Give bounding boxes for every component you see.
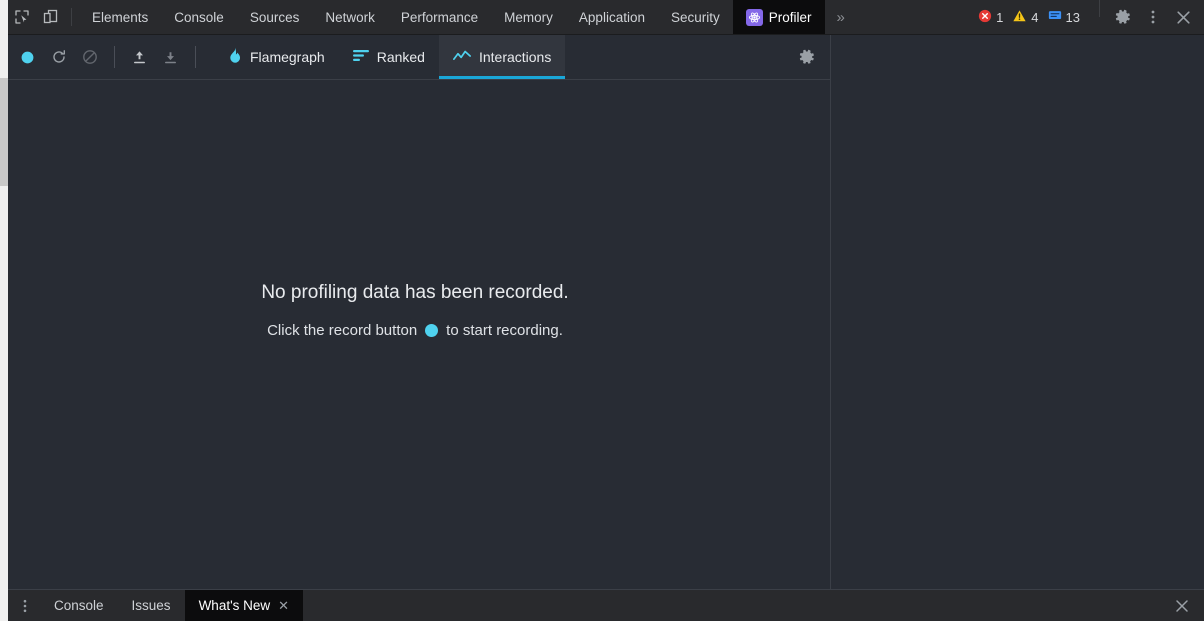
inspect-element-icon[interactable] bbox=[8, 0, 36, 34]
empty-state-hint-suffix: to start recording. bbox=[446, 322, 563, 339]
record-button[interactable] bbox=[12, 35, 43, 79]
topbar-divider-2 bbox=[1099, 0, 1100, 17]
tab-ranked-label: Ranked bbox=[376, 49, 425, 65]
drawer-close-icon[interactable] bbox=[1160, 590, 1204, 621]
line-chart-icon bbox=[453, 49, 471, 66]
profiler-toolbar: Flamegraph Ranked Interactions bbox=[0, 35, 830, 80]
profiler-panel: Flamegraph Ranked Interactions No profil… bbox=[0, 35, 831, 589]
tab-sources[interactable]: Sources bbox=[237, 0, 313, 34]
drawer-tab-console[interactable]: Console bbox=[40, 590, 118, 621]
tab-console-label: Console bbox=[174, 9, 224, 25]
tab-performance-label: Performance bbox=[400, 9, 479, 25]
topbar-actions bbox=[1108, 0, 1204, 34]
tab-elements-label: Elements bbox=[92, 9, 149, 25]
tabbar-divider bbox=[71, 8, 72, 26]
message-icon bbox=[1048, 9, 1062, 25]
toolbar-divider-1 bbox=[114, 46, 115, 68]
devtools-body: Flamegraph Ranked Interactions No profil… bbox=[0, 35, 1204, 589]
empty-state-hint: Click the record button to start recordi… bbox=[267, 322, 563, 339]
drawer-spacer bbox=[303, 590, 1160, 621]
profiler-empty-state: No profiling data has been recorded. Cli… bbox=[0, 80, 830, 589]
devtools-window: Elements Console Sources Network Perform… bbox=[0, 0, 1204, 621]
tab-interactions-label: Interactions bbox=[478, 49, 552, 65]
close-devtools-icon[interactable] bbox=[1168, 9, 1198, 26]
tabbar-spacer bbox=[857, 0, 974, 34]
more-tabs-label: » bbox=[836, 8, 845, 26]
tab-network[interactable]: Network bbox=[312, 0, 388, 34]
tab-security[interactable]: Security bbox=[658, 0, 733, 34]
error-icon bbox=[978, 9, 992, 26]
profiler-view-tabs: Flamegraph Ranked Interactions bbox=[213, 35, 566, 79]
page-scrollbar-thumb[interactable] bbox=[0, 78, 8, 186]
empty-state-title: No profiling data has been recorded. bbox=[261, 282, 569, 303]
load-profile-button[interactable] bbox=[124, 35, 155, 79]
reload-and-profile-button[interactable] bbox=[43, 35, 74, 79]
tab-flamegraph[interactable]: Flamegraph bbox=[213, 35, 339, 79]
settings-gear-icon[interactable] bbox=[1108, 8, 1138, 26]
main-tab-list: Elements Console Sources Network Perform… bbox=[79, 0, 825, 34]
empty-state-hint-prefix: Click the record button bbox=[267, 322, 418, 339]
drawer-tabbar: Console Issues What's New ✕ bbox=[0, 589, 1204, 621]
tab-memory-label: Memory bbox=[504, 9, 553, 25]
tab-application-label: Application bbox=[578, 9, 645, 25]
profiler-toolbar-spacer bbox=[565, 35, 798, 79]
error-counter[interactable]: 1 bbox=[978, 9, 1003, 26]
drawer-tab-whats-new[interactable]: What's New ✕ bbox=[184, 590, 304, 621]
drawer-tab-close-icon[interactable]: ✕ bbox=[278, 599, 289, 612]
device-toolbar-icon[interactable] bbox=[36, 0, 64, 34]
tab-ranked[interactable]: Ranked bbox=[339, 35, 439, 79]
tab-sources-label: Sources bbox=[249, 9, 300, 25]
tab-elements[interactable]: Elements bbox=[79, 0, 161, 34]
more-options-icon[interactable] bbox=[1138, 9, 1168, 25]
drawer-tab-issues-label: Issues bbox=[131, 598, 171, 613]
drawer-tab-issues[interactable]: Issues bbox=[118, 590, 185, 621]
profiler-sidebar-pane bbox=[831, 35, 1204, 589]
warning-icon bbox=[1012, 9, 1027, 26]
record-dot-icon bbox=[425, 324, 439, 337]
tab-interactions[interactable]: Interactions bbox=[438, 35, 566, 79]
tab-performance[interactable]: Performance bbox=[388, 0, 491, 34]
more-tabs-button[interactable]: » bbox=[825, 0, 857, 34]
save-profile-button[interactable] bbox=[155, 35, 186, 79]
tab-profiler[interactable]: Profiler bbox=[732, 0, 825, 34]
devtools-tabbar: Elements Console Sources Network Perform… bbox=[0, 0, 1204, 35]
tab-profiler-label: Profiler bbox=[768, 9, 812, 25]
drawer-tab-whats-new-label: What's New bbox=[198, 598, 271, 613]
clear-profiling-data-button[interactable] bbox=[74, 35, 105, 79]
react-logo-icon bbox=[745, 8, 763, 26]
error-count: 1 bbox=[996, 9, 1004, 25]
ranked-bars-icon bbox=[352, 49, 369, 65]
tab-network-label: Network bbox=[325, 9, 375, 25]
toolbar-divider-2 bbox=[195, 46, 196, 68]
page-scrollbar[interactable] bbox=[0, 0, 8, 621]
tab-application[interactable]: Application bbox=[566, 0, 658, 34]
message-counter[interactable]: 13 bbox=[1048, 9, 1080, 25]
drawer-tab-list: Console Issues What's New ✕ bbox=[40, 590, 304, 621]
message-count: 13 bbox=[1065, 9, 1080, 25]
tab-security-label: Security bbox=[670, 9, 720, 25]
warning-count: 4 bbox=[1031, 9, 1039, 25]
flame-icon bbox=[227, 47, 242, 67]
issue-counters: 1 4 13 bbox=[974, 0, 1091, 34]
drawer-more-tools-icon[interactable] bbox=[10, 590, 40, 621]
tab-console[interactable]: Console bbox=[161, 0, 237, 34]
tab-flamegraph-label: Flamegraph bbox=[250, 49, 325, 65]
warning-counter[interactable]: 4 bbox=[1012, 9, 1039, 26]
tab-memory[interactable]: Memory bbox=[491, 0, 566, 34]
profiler-settings-gear-icon[interactable] bbox=[798, 35, 830, 79]
drawer-tab-console-label: Console bbox=[54, 598, 104, 613]
